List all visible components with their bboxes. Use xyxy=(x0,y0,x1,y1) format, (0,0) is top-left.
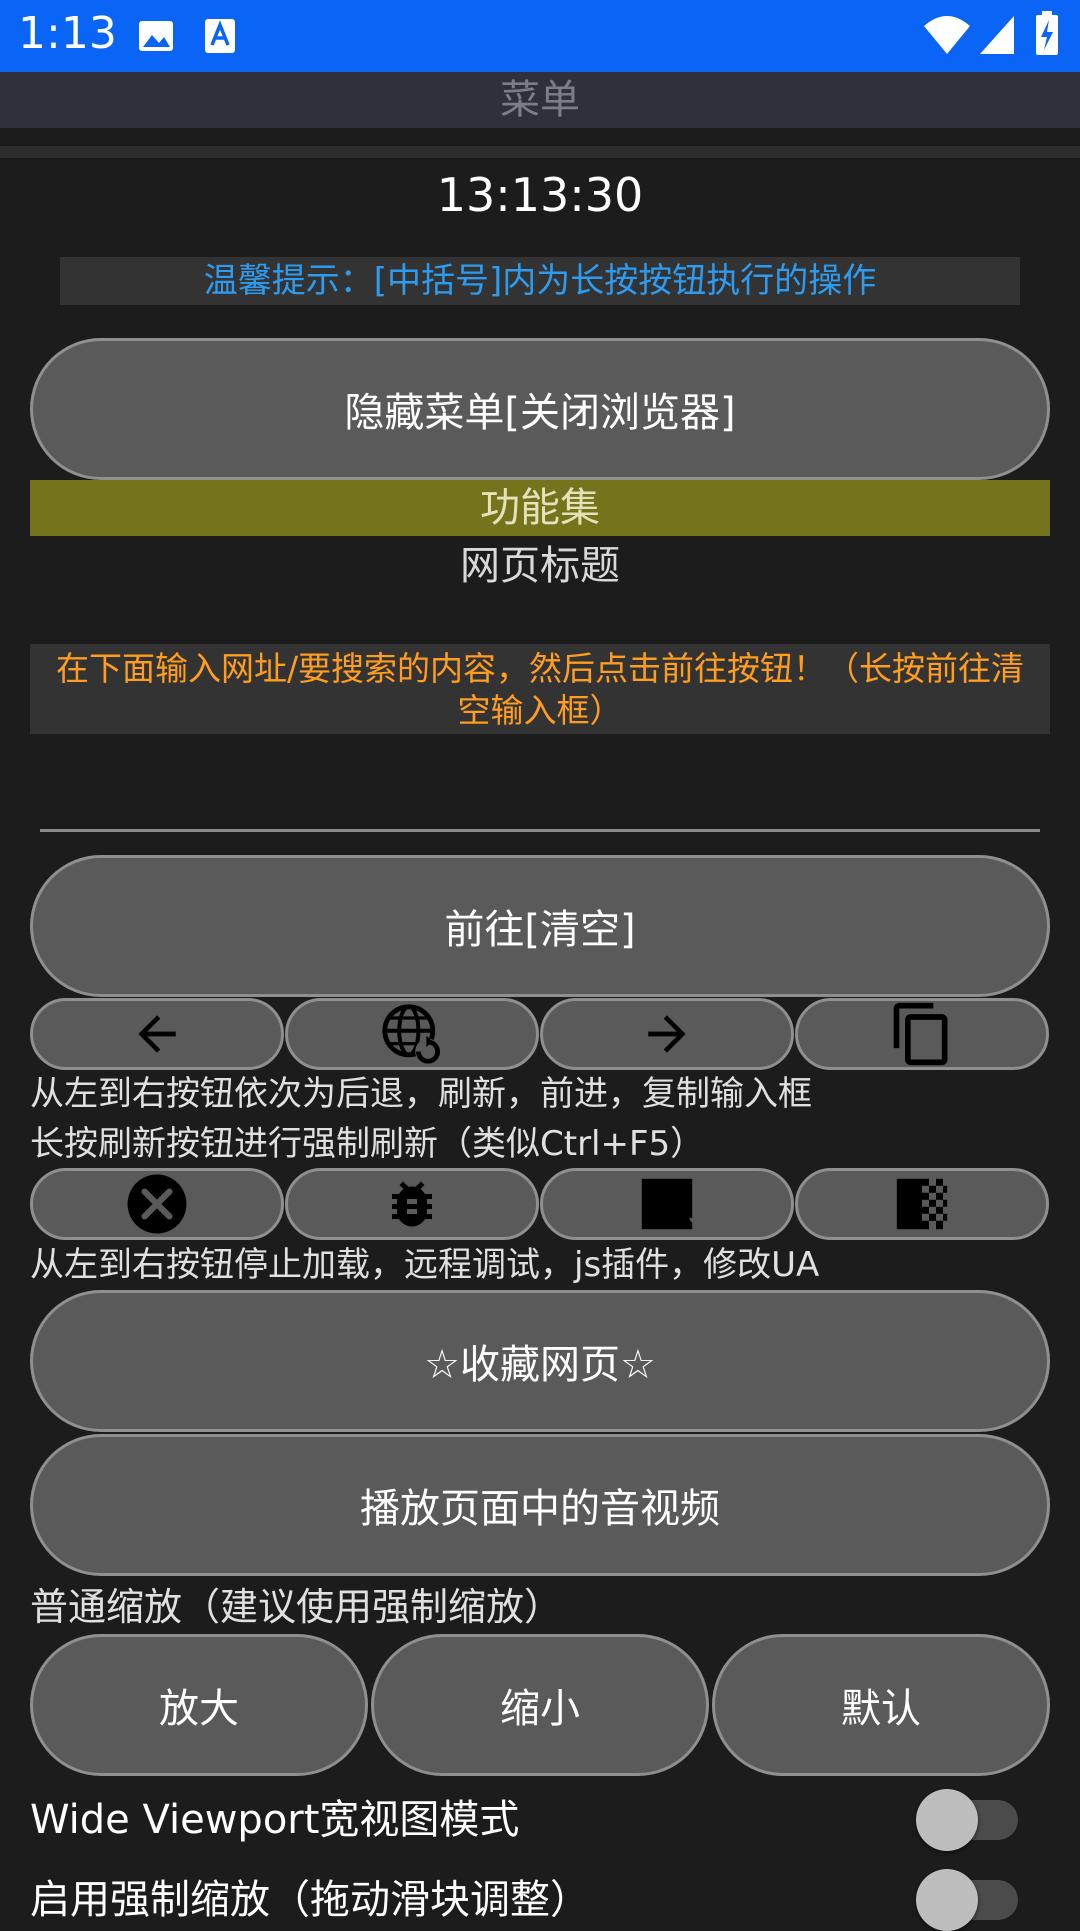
js-plugin-icon xyxy=(641,1178,693,1230)
zoom-in-button[interactable]: 放大 xyxy=(30,1634,368,1776)
hide-menu-button[interactable]: 隐藏菜单[关闭浏览器] xyxy=(30,338,1050,480)
copy-icon xyxy=(893,1002,948,1066)
nav-caption-2: 长按刷新按钮进行强制刷新（类似Ctrl+F5） xyxy=(30,1124,705,1164)
stop-loading-icon xyxy=(127,1174,187,1234)
forward-button[interactable] xyxy=(540,998,794,1070)
tools-caption: 从左到右按钮停止加载，远程调试，js插件，修改UA xyxy=(30,1245,820,1285)
globe-refresh-icon xyxy=(382,1004,441,1065)
force-zoom-switch-thumb[interactable] xyxy=(916,1869,978,1931)
clock: 13:13:30 xyxy=(436,168,644,222)
url-input[interactable] xyxy=(40,780,1040,832)
change-ua-button[interactable] xyxy=(795,1168,1049,1240)
battery-charging-icon xyxy=(1036,11,1058,55)
image-icon xyxy=(139,21,173,51)
forward-arrow-icon xyxy=(648,1015,686,1053)
play-media-button[interactable]: 播放页面中的音视频 xyxy=(30,1434,1050,1576)
change-ua-icon xyxy=(896,1178,948,1230)
refresh-button[interactable] xyxy=(285,998,539,1070)
wifi-icon xyxy=(924,16,970,54)
js-label: JS xyxy=(689,1199,721,1229)
stop-loading-button[interactable] xyxy=(30,1168,284,1240)
web-page-title: 网页标题 xyxy=(460,543,620,589)
header-divider xyxy=(0,146,1080,158)
page-header-title: 菜单 xyxy=(500,77,580,123)
nav-caption-1: 从左到右按钮依次为后退，刷新，前进，复制输入框 xyxy=(30,1074,812,1114)
url-hint: 在下面输入网址/要搜索的内容，然后点击前往按钮！（长按前往清空输入框） xyxy=(30,644,1050,734)
copy-input-button[interactable] xyxy=(795,998,1049,1070)
cell-signal-icon xyxy=(980,16,1014,54)
js-plugin-button[interactable]: JS xyxy=(540,1168,794,1240)
font-a-icon xyxy=(205,19,235,53)
zoom-default-button[interactable]: 默认 xyxy=(712,1634,1050,1776)
favorite-page-button[interactable]: ☆收藏网页☆ xyxy=(30,1290,1050,1432)
go-button[interactable]: 前往[清空] xyxy=(30,855,1050,997)
wide-viewport-label: Wide Viewport宽视图模式 xyxy=(30,1797,520,1843)
zoom-caption: 普通缩放（建议使用强制缩放） xyxy=(30,1585,563,1629)
zoom-out-button[interactable]: 缩小 xyxy=(371,1634,709,1776)
status-time: 1:13 xyxy=(18,8,117,59)
back-arrow-icon xyxy=(138,1015,176,1053)
bug-debug-icon xyxy=(392,1181,432,1227)
tip-banner: 温馨提示：[中括号]内为长按按钮执行的操作 xyxy=(60,257,1020,305)
section-title: 功能集 xyxy=(30,480,1050,536)
remote-debug-button[interactable] xyxy=(285,1168,539,1240)
wide-viewport-switch-thumb[interactable] xyxy=(916,1789,978,1851)
back-button[interactable] xyxy=(30,998,284,1070)
